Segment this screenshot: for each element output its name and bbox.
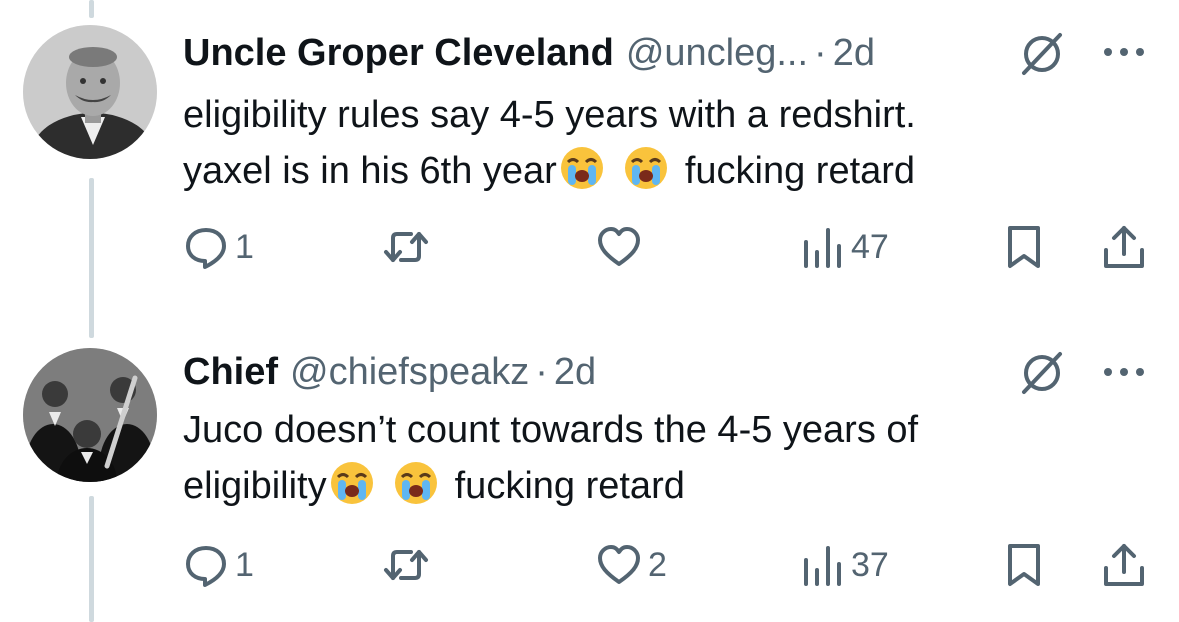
reply-count: 1	[235, 227, 254, 266]
loudly-crying-face-emoji	[624, 147, 667, 189]
bookmark-button[interactable]	[1001, 219, 1047, 275]
user-handle[interactable]: @uncleg...	[626, 31, 808, 75]
more-icon[interactable]	[1100, 42, 1148, 62]
views-button[interactable]: 47	[799, 219, 889, 275]
like-button[interactable]: 2	[596, 537, 667, 593]
tweet-text: Juco doesn’t count towards the 4-5 years…	[183, 402, 1113, 514]
reply-icon	[186, 546, 226, 587]
tweet[interactable]: Uncle Groper Cleveland @uncleg... · 2d e…	[0, 0, 1179, 320]
reply-icon	[186, 228, 226, 269]
like-icon	[598, 227, 640, 266]
like-icon	[598, 545, 640, 584]
share-icon	[1104, 544, 1144, 586]
repost-icon	[384, 550, 428, 580]
loudly-crying-face-emoji	[560, 147, 603, 189]
reply-button[interactable]: 1	[183, 219, 254, 275]
tweet[interactable]: Chief @chiefspeakz · 2d Juco doesn’t cou…	[0, 320, 1179, 622]
share-icon	[1104, 226, 1144, 268]
views-count: 37	[851, 545, 889, 584]
separator-dot: ·	[535, 351, 548, 393]
grok-icon[interactable]	[1016, 347, 1068, 399]
avatar[interactable]	[23, 25, 157, 159]
more-icon[interactable]	[1100, 362, 1148, 382]
views-count: 47	[851, 227, 889, 266]
avatar[interactable]	[23, 348, 157, 482]
grok-icon[interactable]	[1016, 28, 1068, 80]
tweet-actions: 1 47	[183, 219, 1153, 275]
display-name[interactable]: Chief	[183, 350, 278, 394]
repost-icon	[384, 232, 428, 262]
avatar-portrait-image	[23, 25, 157, 159]
tweet-text: eligibility rules say 4-5 years with a r…	[183, 87, 1113, 199]
loudly-crying-face-emoji	[394, 462, 437, 504]
bookmark-icon	[1008, 226, 1040, 268]
tweet-text-segment: eligibility	[183, 465, 327, 507]
views-button[interactable]: 37	[799, 537, 889, 593]
bookmark-icon	[1008, 544, 1040, 586]
timestamp[interactable]: 2d	[554, 350, 596, 394]
like-count: 2	[648, 545, 667, 584]
tweet-text-segment: yaxel is in his 6th year	[183, 150, 557, 192]
tweet-text-line: eligibility fucking retard	[183, 458, 1113, 514]
tweet-text-segment: fucking retard	[454, 465, 685, 507]
bookmark-button[interactable]	[1001, 537, 1047, 593]
avatar-group-photo-image	[23, 348, 157, 482]
reply-count: 1	[235, 545, 254, 584]
loudly-crying-face-emoji	[330, 462, 373, 504]
share-button[interactable]	[1101, 537, 1147, 593]
share-button[interactable]	[1101, 219, 1147, 275]
display-name[interactable]: Uncle Groper Cleveland	[183, 31, 614, 75]
views-icon	[804, 546, 841, 586]
tweet-text-segment: fucking retard	[684, 150, 916, 192]
separator-dot: ·	[814, 32, 827, 74]
repost-button[interactable]	[383, 219, 435, 275]
tweet-text-line: yaxel is in his 6th year fucking retard	[183, 143, 1113, 199]
tweet-header: Chief @chiefspeakz · 2d	[183, 350, 596, 394]
user-handle[interactable]: @chiefspeakz	[290, 350, 529, 394]
tweet-header: Uncle Groper Cleveland @uncleg... · 2d	[183, 31, 875, 75]
tweet-text-line: eligibility rules say 4-5 years with a r…	[183, 94, 916, 136]
repost-button[interactable]	[383, 537, 435, 593]
tweet-actions: 1 2 37	[183, 537, 1153, 593]
like-button[interactable]	[596, 219, 648, 275]
timestamp[interactable]: 2d	[833, 31, 875, 75]
views-icon	[804, 228, 841, 268]
tweet-text-line: Juco doesn’t count towards the 4-5 years…	[183, 409, 919, 451]
reply-button[interactable]: 1	[183, 537, 254, 593]
